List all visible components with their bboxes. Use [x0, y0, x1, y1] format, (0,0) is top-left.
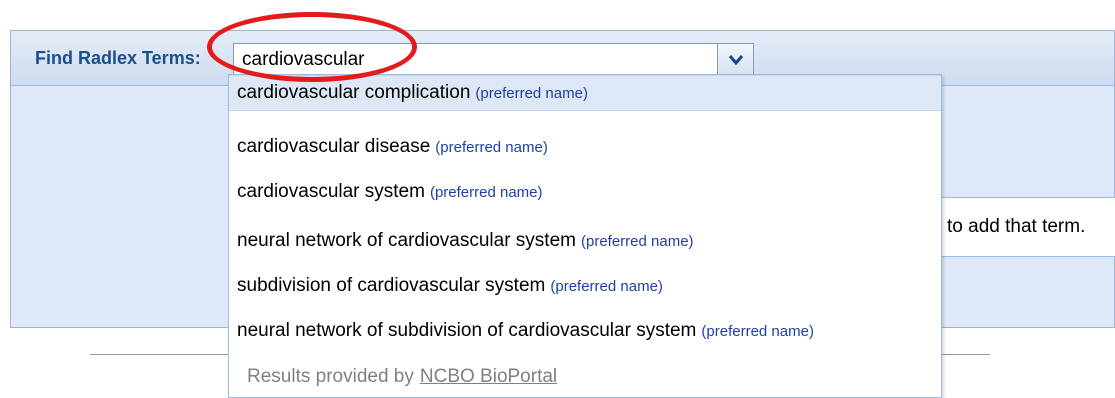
- find-label: Find Radlex Terms:: [35, 48, 201, 68]
- result-term: cardiovascular complication: [237, 82, 471, 103]
- result-item[interactable]: cardiovascular system (preferred name): [229, 174, 941, 210]
- result-term: cardiovascular system: [237, 181, 425, 202]
- search-box[interactable]: [233, 43, 718, 77]
- result-item[interactable]: subdivision of cardiovascular system (pr…: [229, 268, 941, 304]
- bioportal-link[interactable]: NCBO BioPortal: [420, 366, 557, 388]
- result-item[interactable]: neural network of subdivision of cardiov…: [229, 313, 941, 349]
- autocomplete-dropdown: cardiovascular complication (preferred n…: [228, 74, 942, 398]
- result-tag: (preferred name): [429, 183, 543, 201]
- result-tag: (preferred name): [435, 138, 548, 156]
- dropdown-trigger-button[interactable]: [718, 43, 754, 77]
- result-tag: (preferred name): [475, 84, 588, 102]
- instruction-box: to add that term.: [936, 197, 1115, 257]
- result-tag: (preferred name): [580, 232, 694, 250]
- result-item[interactable]: cardiovascular disease (preferred name): [229, 129, 941, 165]
- result-term: neural network of cardiovascular system: [237, 230, 576, 251]
- footer-prefix: Results provided by: [247, 366, 414, 387]
- result-term: subdivision of cardiovascular system: [237, 275, 546, 296]
- result-term: cardiovascular disease: [237, 136, 431, 157]
- chevron-down-icon: [728, 55, 743, 65]
- result-item[interactable]: neural network of cardiovascular system …: [229, 223, 941, 259]
- result-item[interactable]: cardiovascular complication (preferred n…: [229, 75, 941, 111]
- search-input[interactable]: [234, 44, 717, 76]
- result-term: neural network of subdivision of cardiov…: [237, 320, 697, 341]
- instruction-text: to add that term.: [947, 216, 1086, 237]
- result-tag: (preferred name): [550, 277, 663, 295]
- results-footer: Results provided by NCBO BioPortal: [229, 359, 941, 395]
- result-tag: (preferred name): [701, 322, 814, 340]
